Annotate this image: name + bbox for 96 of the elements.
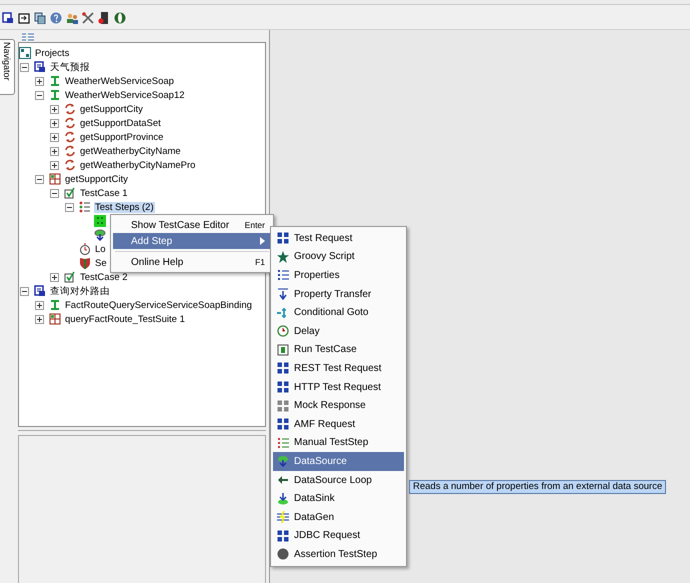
interface-icon xyxy=(49,75,61,87)
menu-item[interactable]: Delay xyxy=(273,322,404,341)
menu-item[interactable]: Properties xyxy=(273,266,404,285)
operation-icon xyxy=(64,159,76,171)
expand-icon[interactable] xyxy=(50,118,59,128)
tree-item[interactable]: getSupportProvince xyxy=(79,132,164,142)
menu-item[interactable]: Run TestCase xyxy=(273,340,404,360)
server-icon xyxy=(98,12,110,24)
menu-item[interactable]: Groovy Script xyxy=(273,248,404,266)
interface-icon xyxy=(49,89,61,101)
circle-icon xyxy=(277,548,289,560)
run-icon xyxy=(277,344,289,356)
list-icon xyxy=(277,269,289,282)
goto-icon xyxy=(277,306,289,319)
menu-item[interactable]: AMF Request xyxy=(273,414,404,434)
menu-item[interactable]: Show TestCase Editor Enter xyxy=(113,217,271,233)
menu-item[interactable]: Conditional Goto xyxy=(273,303,404,322)
expand-icon[interactable] xyxy=(50,272,59,282)
tree-item[interactable]: getWeatherbyCityName xyxy=(79,146,182,156)
caret-icon xyxy=(260,237,265,245)
expand-icon[interactable] xyxy=(50,132,59,142)
menu-item[interactable]: Assertion TestStep xyxy=(273,545,404,564)
expand-icon[interactable] xyxy=(35,76,44,86)
tree-item[interactable]: Lo xyxy=(94,244,107,254)
test-case-icon xyxy=(64,187,76,199)
copy-icon xyxy=(34,12,46,24)
menu-item[interactable]: DataSource xyxy=(273,452,404,471)
menu-item[interactable]: HTTP Test Request xyxy=(273,378,404,396)
operation-icon xyxy=(64,145,76,157)
tree-item[interactable]: getSupportCity xyxy=(64,174,129,184)
menu-item[interactable]: Online Help F1 xyxy=(113,254,271,270)
tree-item[interactable]: WeatherWebServiceSoap xyxy=(64,76,175,86)
collapse-icon[interactable] xyxy=(65,202,74,212)
globe-icon xyxy=(114,12,126,24)
clock-icon xyxy=(277,325,289,338)
tooltip: Reads a number of properties from an external data source xyxy=(409,480,666,494)
expand-icon[interactable] xyxy=(50,146,59,156)
project-icon xyxy=(2,12,14,24)
lightning-icon xyxy=(277,511,289,524)
tree-item[interactable]: 天气预报 xyxy=(49,60,91,74)
collapse-icon[interactable] xyxy=(20,62,29,72)
operation-icon xyxy=(64,103,76,115)
menu-item[interactable]: JDBC Request xyxy=(273,526,404,546)
help-icon xyxy=(50,12,62,24)
menu-item[interactable]: Add Step xyxy=(113,233,271,249)
menu-item[interactable]: Mock Response xyxy=(273,396,404,415)
stopwatch-icon xyxy=(79,243,91,255)
test-suite-icon xyxy=(49,313,61,325)
list-icon xyxy=(22,31,34,43)
menu-item[interactable]: DataSource Loop xyxy=(273,470,404,490)
tree-item[interactable]: TestCase 2 xyxy=(79,272,129,282)
transfer-icon xyxy=(277,288,289,300)
project-icon xyxy=(34,61,46,73)
menu-item[interactable]: REST Test Request xyxy=(273,359,404,378)
interface-icon xyxy=(49,299,61,311)
star-icon xyxy=(277,250,289,263)
test-case-icon xyxy=(64,271,76,283)
tree-item[interactable]: Se xyxy=(94,258,108,268)
tree-item[interactable]: getSupportCity xyxy=(79,104,144,114)
tools-icon xyxy=(82,12,94,24)
expand-icon[interactable] xyxy=(50,160,59,170)
tree-item[interactable]: TestCase 1 xyxy=(79,188,129,198)
tree-item[interactable]: 查询对外路由 xyxy=(49,284,111,298)
import-icon xyxy=(18,12,30,24)
datasource-icon xyxy=(277,455,289,468)
test-suite-icon xyxy=(49,173,61,185)
tree-item[interactable]: getSupportDataSet xyxy=(79,118,162,128)
collapse-icon[interactable] xyxy=(20,286,29,296)
shield-icon xyxy=(79,257,91,269)
tree-item[interactable]: Test Steps (2) xyxy=(94,202,155,212)
collapse-icon[interactable] xyxy=(35,90,44,100)
tree-item[interactable]: FactRouteQueryServiceServiceSoapBinding xyxy=(64,300,253,310)
collapse-icon[interactable] xyxy=(50,188,59,198)
expand-icon[interactable] xyxy=(50,104,59,114)
expand-icon[interactable] xyxy=(35,314,44,324)
menu-item[interactable]: Manual TestStep xyxy=(273,434,404,452)
list-icon xyxy=(79,201,91,213)
project-icon xyxy=(34,285,46,297)
operation-icon xyxy=(64,131,76,143)
operation-icon xyxy=(64,117,76,129)
tree-item[interactable]: Projects xyxy=(34,48,70,58)
arrow-icon xyxy=(277,474,289,486)
menu-item[interactable]: DataSink xyxy=(273,489,404,508)
users-icon xyxy=(66,12,78,24)
menu-item[interactable]: Test Request xyxy=(273,229,404,248)
menu-item[interactable]: Property Transfer xyxy=(273,284,404,304)
datasource-icon xyxy=(94,229,106,241)
tree-item[interactable]: queryFactRoute_TestSuite 1 xyxy=(64,314,186,324)
collapse-icon[interactable] xyxy=(35,174,44,184)
navigator-tab[interactable]: Navigator xyxy=(0,39,15,95)
tree-item[interactable]: WeatherWebServiceSoap12 xyxy=(64,90,186,100)
tree-item[interactable]: getWeatherbyCityNamePro xyxy=(79,160,196,170)
expand-icon[interactable] xyxy=(35,300,44,310)
list-icon xyxy=(277,436,289,449)
download-icon xyxy=(277,492,289,505)
menu-item[interactable]: DataGen xyxy=(273,508,404,526)
